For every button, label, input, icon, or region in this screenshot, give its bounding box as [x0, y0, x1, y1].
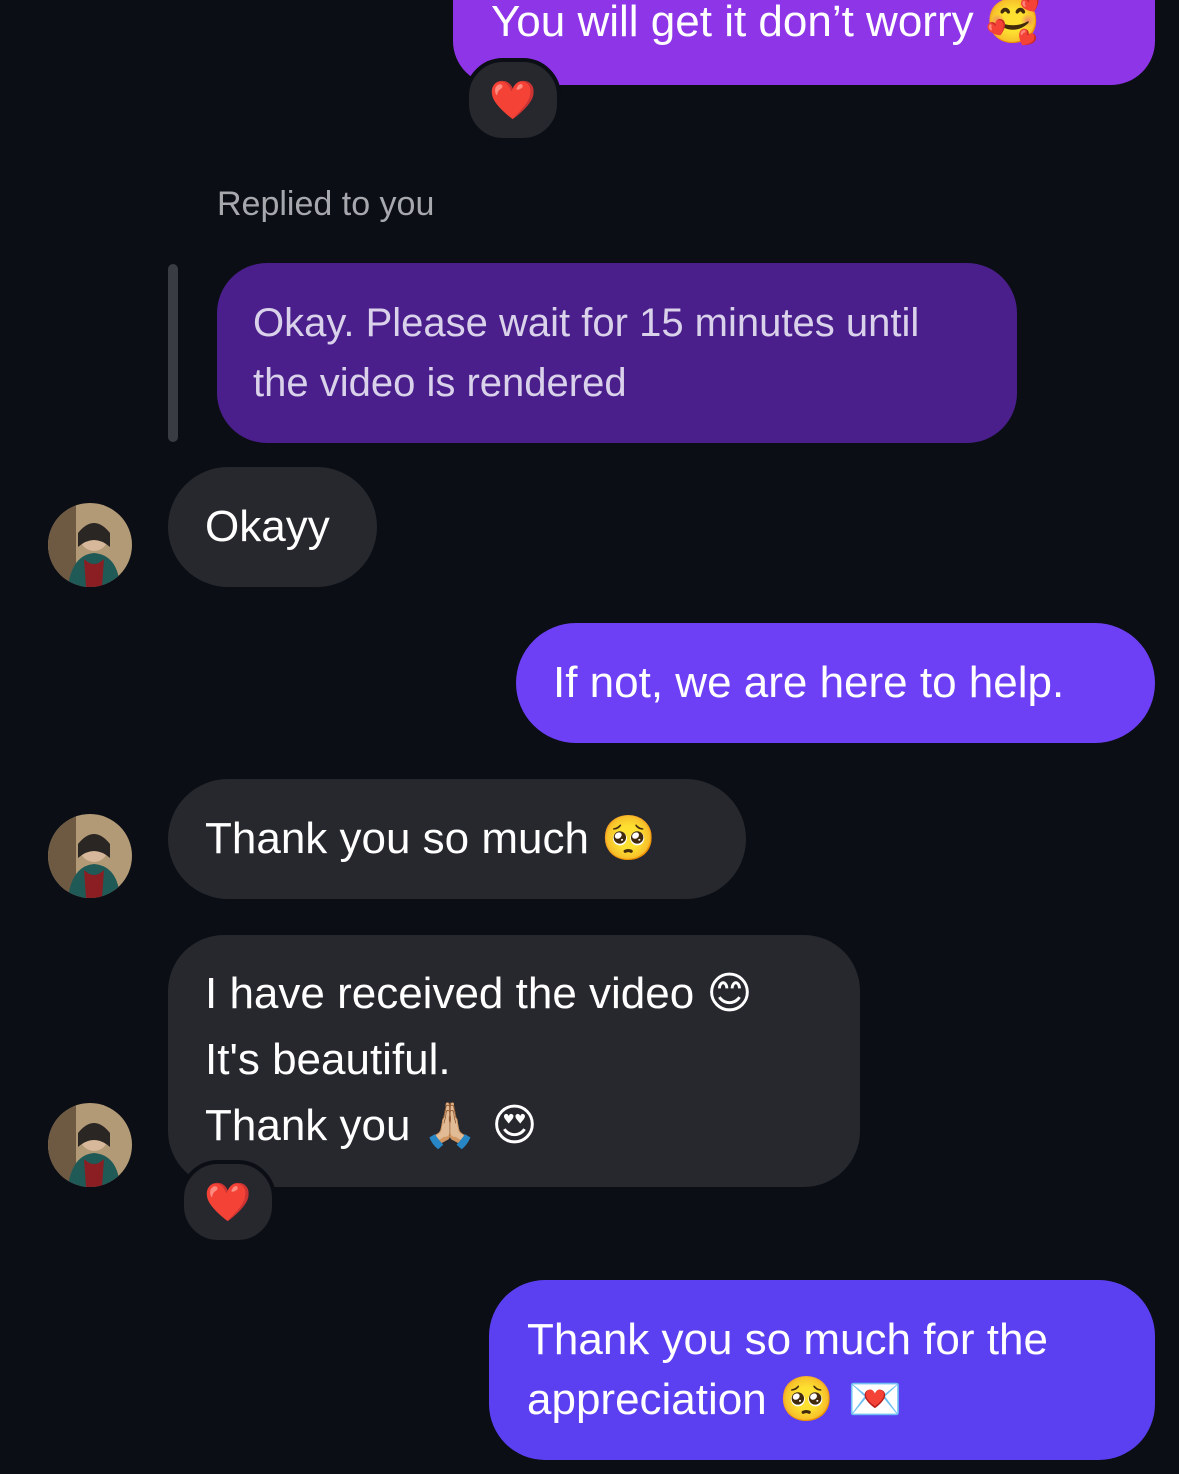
avatar[interactable] [48, 814, 132, 898]
message-text-line-1: I have received the video 😊 [205, 961, 860, 1027]
sent-message-bubble[interactable]: Thank you so much for the appreciation 🥺… [489, 1280, 1155, 1460]
heart-icon: ❤️ [204, 1179, 252, 1224]
message-text: Okayy [205, 502, 330, 551]
pleading-face-emoji: 🥺 [601, 813, 656, 864]
replied-to-you-label: Replied to you [217, 185, 435, 223]
sent-message-bubble[interactable]: You will get it don’t worry 🥰 [453, 0, 1155, 85]
smiling-face-emoji: 😊 [706, 968, 753, 1019]
avatar-image [48, 1103, 132, 1187]
folded-hands-heart-eyes-emoji: 🙏🏼 😍 [422, 1100, 538, 1151]
received-message-bubble[interactable]: I have received the video 😊 It's beautif… [168, 935, 860, 1187]
sent-message-bubble[interactable]: If not, we are here to help. [516, 623, 1155, 743]
pleading-face-love-letter-emoji: 🥺 💌 [778, 1374, 903, 1425]
heart-reaction[interactable]: ❤️ [180, 1160, 276, 1244]
message-text-line-1: Okay. Please wait for 15 minutes until [253, 301, 920, 345]
message-text: appreciation [527, 1375, 767, 1424]
heart-reaction[interactable]: ❤️ [465, 58, 561, 142]
heart-icon: ❤️ [489, 77, 537, 122]
smiling-face-hearts-emoji: 🥰 [985, 0, 1041, 47]
avatar[interactable] [48, 1103, 132, 1187]
avatar-image [48, 503, 132, 587]
message-text-line-1: Thank you so much for the [527, 1315, 1048, 1364]
reply-message-bubble[interactable]: Okay. Please wait for 15 minutes until t… [217, 263, 1017, 443]
avatar-image [48, 814, 132, 898]
avatar[interactable] [48, 503, 132, 587]
message-text: Thank you so much [205, 814, 589, 863]
received-message-bubble[interactable]: Thank you so much 🥺 [168, 779, 746, 899]
message-text: If not, we are here to help. [553, 658, 1065, 707]
received-message-bubble[interactable]: Okayy [168, 467, 377, 587]
message-text: Thank you [205, 1101, 411, 1150]
reply-indicator-bar [168, 264, 178, 442]
message-text: You will get it don’t worry [491, 0, 974, 46]
message-text-line-2: the video is rendered [253, 361, 627, 405]
message-text: I have received the video [205, 969, 695, 1018]
message-text-line-2: appreciation 🥺 💌 [527, 1370, 1155, 1430]
message-text-line-2: It's beautiful. [205, 1035, 451, 1084]
message-text-line-3: Thank you 🙏🏼 😍 [205, 1093, 860, 1159]
